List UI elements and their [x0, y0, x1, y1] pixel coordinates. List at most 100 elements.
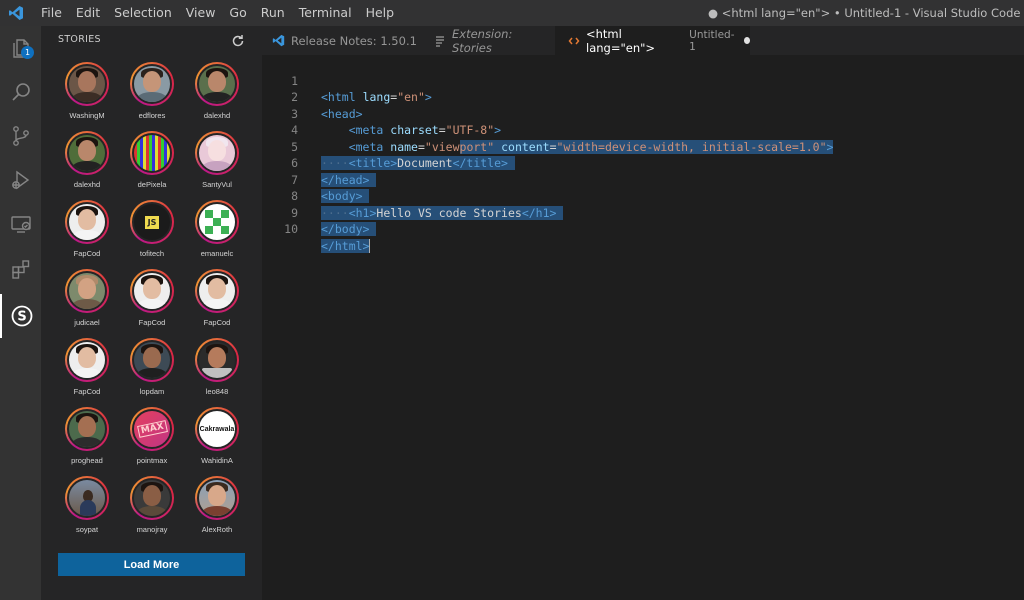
story-item[interactable]: soypat	[54, 476, 120, 544]
source-control-icon	[12, 126, 29, 146]
story-username: judicael	[74, 318, 100, 327]
extensions-icon	[11, 260, 29, 279]
story-item[interactable]: leo848	[184, 338, 250, 406]
run-debug-icon	[11, 170, 29, 190]
story-username: WashingM	[69, 111, 105, 120]
code-line: 6 </head>	[262, 139, 1024, 187]
svg-text:S: S	[17, 310, 26, 325]
avatar	[197, 478, 237, 518]
story-item[interactable]: edflores	[119, 62, 185, 130]
tab-extension-stories[interactable]: Extension: Stories	[422, 26, 555, 55]
search-button[interactable]	[0, 70, 41, 114]
js-logo: JS	[144, 215, 160, 229]
story-username: FapCod	[73, 249, 101, 258]
story-item[interactable]: FapCod	[184, 269, 250, 337]
tab-release-notes[interactable]: Release Notes: 1.50.1	[262, 26, 422, 55]
menu-help[interactable]: Help	[359, 0, 402, 26]
story-item[interactable]: FapCod	[54, 338, 120, 406]
explorer-badge: 1	[21, 46, 34, 59]
unsaved-dot-icon[interactable]	[743, 37, 750, 44]
avatar	[132, 64, 172, 104]
code-line: 3 <meta charset="UTF-8">	[262, 89, 1024, 138]
run-debug-button[interactable]	[0, 158, 41, 202]
story-username: FapCod	[73, 387, 101, 396]
story-username: dalexhd	[203, 111, 231, 120]
tab-description: Untitled-1	[689, 28, 735, 53]
cakrawala-logo: Cakrawala	[199, 425, 235, 433]
story-username: proghead	[71, 456, 103, 465]
story-item[interactable]: emanuelc	[184, 200, 250, 268]
avatar	[67, 340, 107, 380]
menu-go[interactable]: Go	[222, 0, 253, 26]
story-username: AlexRoth	[201, 525, 233, 534]
source-control-button[interactable]	[0, 114, 41, 158]
story-username: dePixela	[137, 180, 167, 189]
tab-label: Extension: Stories	[452, 26, 513, 55]
story-item[interactable]: FapCod	[119, 269, 185, 337]
load-more-button[interactable]: Load More	[58, 553, 245, 576]
avatar	[67, 64, 107, 104]
story-username: tofitech	[139, 249, 165, 258]
story-item[interactable]: JS tofitech	[119, 200, 185, 268]
remote-explorer-button[interactable]	[0, 202, 41, 246]
avatar	[197, 340, 237, 380]
refresh-icon	[232, 35, 244, 47]
avatar	[67, 409, 107, 449]
avatar	[132, 340, 172, 380]
story-username: leo848	[205, 387, 229, 396]
editor-tabs: Release Notes: 1.50.1 Extension: Stories…	[262, 26, 1024, 55]
preview-icon	[434, 35, 446, 47]
menu-view[interactable]: View	[179, 0, 223, 26]
story-item[interactable]: proghead	[54, 407, 120, 475]
story-item[interactable]: dalexhd	[54, 131, 120, 199]
avatar	[132, 478, 172, 518]
story-item[interactable]: WashingM	[54, 62, 120, 130]
story-item[interactable]: dalexhd	[184, 62, 250, 130]
extensions-button[interactable]	[0, 246, 41, 290]
story-username: soypat	[75, 525, 99, 534]
menu-edit[interactable]: Edit	[69, 0, 107, 26]
avatar: Cakrawala	[197, 409, 237, 449]
story-item[interactable]: Cakrawala WahidinA	[184, 407, 250, 475]
story-item[interactable]: AlexRoth	[184, 476, 250, 544]
explorer-button[interactable]: 1	[0, 26, 41, 70]
stories-icon: S	[11, 305, 32, 327]
avatar: MAX	[132, 409, 172, 449]
code-line: 10 </html>	[262, 205, 1024, 253]
avatar	[67, 202, 107, 242]
tab-untitled-1[interactable]: <html lang="en"> Untitled-1	[555, 26, 750, 55]
avatar	[67, 133, 107, 173]
story-item[interactable]: judicael	[54, 269, 120, 337]
avatar	[132, 271, 172, 311]
menu-bar: File Edit Selection View Go Run Terminal…	[34, 0, 401, 26]
code-line-text: </body>	[321, 221, 377, 238]
max-logo: MAX	[136, 420, 168, 438]
story-item[interactable]: dePixela	[119, 131, 185, 199]
tab-label: Release Notes: 1.50.1	[291, 33, 417, 48]
story-item[interactable]: SantyVul	[184, 131, 250, 199]
story-item[interactable]: MAX pointmax	[119, 407, 185, 475]
html-icon	[568, 35, 580, 47]
code-editor[interactable]: 1 <html lang="en"> 2 <head> 3 <meta char…	[262, 55, 1024, 600]
activity-bar: 1 S	[0, 26, 41, 600]
menu-run[interactable]: Run	[254, 0, 292, 26]
story-item[interactable]: FapCod	[54, 200, 120, 268]
menu-selection[interactable]: Selection	[107, 0, 179, 26]
refresh-button[interactable]	[230, 33, 246, 49]
code-line: 9 </body>	[262, 188, 1024, 236]
menu-terminal[interactable]: Terminal	[292, 0, 359, 26]
story-item[interactable]: manojray	[119, 476, 185, 544]
menu-file[interactable]: File	[34, 0, 69, 26]
story-item[interactable]: lopdam	[119, 338, 185, 406]
story-username: edflores	[138, 111, 166, 120]
story-username: pointmax	[136, 456, 168, 465]
avatar: JS	[132, 202, 172, 242]
avatar	[197, 133, 237, 173]
story-username: FapCod	[203, 318, 231, 327]
stories-button[interactable]: S	[0, 294, 41, 338]
story-username: lopdam	[139, 387, 165, 396]
story-username: FapCod	[138, 318, 166, 327]
story-username: manojray	[136, 525, 168, 534]
vscode-icon	[272, 34, 285, 47]
title-bar: File Edit Selection View Go Run Terminal…	[0, 0, 1024, 26]
